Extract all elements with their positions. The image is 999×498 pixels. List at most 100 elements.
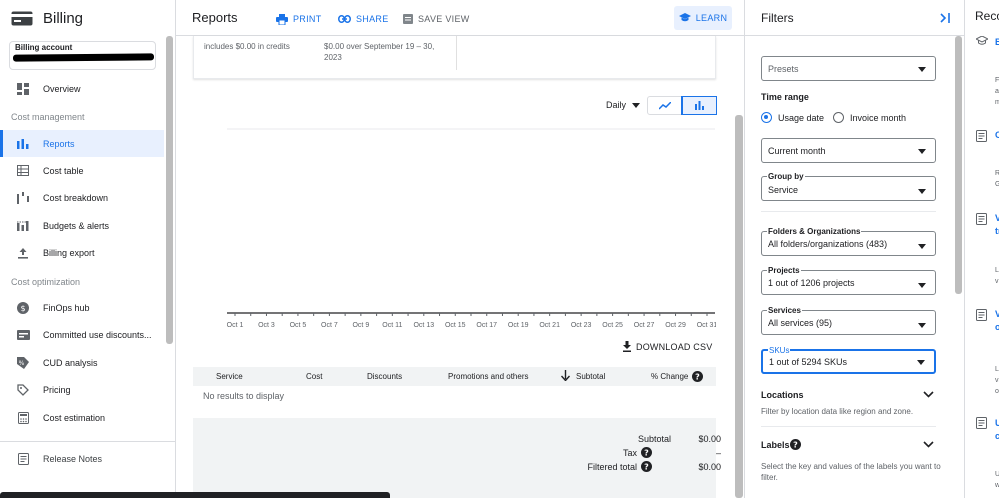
invoice-month-radio[interactable]: Invoice month: [833, 112, 906, 123]
section-cost-management: Cost management: [11, 112, 85, 122]
locations-heading[interactable]: Locations: [761, 390, 804, 400]
radio-selected-icon: [761, 112, 772, 123]
recommendation-snippet: G: [995, 179, 999, 190]
download-label: DOWNLOAD CSV: [636, 341, 713, 352]
invoice-month-label: Invoice month: [850, 112, 907, 123]
col-subtotal[interactable]: Subtotal: [576, 372, 605, 381]
svg-text:?: ?: [644, 449, 649, 458]
recommendation-title[interactable]: B: [995, 37, 999, 47]
filtered-help-icon[interactable]: ?: [641, 461, 652, 472]
totals-panel: Subtotal $0.00 Tax ? – Filtered total ? …: [193, 418, 721, 498]
redacted-account-name: [12, 53, 155, 62]
bar-chart-icon: [16, 137, 30, 151]
summary-card: includes $0.00 in credits $0.00 over Sep…: [193, 36, 716, 79]
col-discounts[interactable]: Discounts: [367, 372, 402, 381]
credits-note: includes $0.00 in credits: [204, 42, 290, 51]
folders-label: Folders & Organizations: [767, 227, 862, 236]
svg-text:?: ?: [695, 373, 700, 382]
chart-x-tick-label: Oct 7: [321, 322, 338, 329]
nav-label: Billing export: [43, 247, 95, 258]
recommendation-title[interactable]: U: [995, 418, 999, 428]
skus-select[interactable]: SKUs 1 out of 5294 SKUs: [761, 346, 936, 374]
nav-cud-analysis[interactable]: % CUD analysis: [0, 349, 164, 376]
dropdown-arrow-icon: [918, 244, 926, 249]
col-cost[interactable]: Cost: [306, 372, 322, 381]
share-button[interactable]: SHARE: [338, 8, 389, 30]
nav-label: CUD analysis: [43, 357, 98, 368]
nav-label: Budgets & alerts: [43, 220, 110, 231]
chart-x-tick-label: Oct 13: [413, 322, 434, 329]
dollar-circle-icon: $: [16, 301, 30, 315]
document-icon: [976, 213, 987, 225]
nav-cost-estimation[interactable]: Cost estimation: [0, 404, 164, 431]
sidebar-header: Billing: [0, 0, 175, 36]
chevron-down-icon[interactable]: [923, 391, 934, 398]
dropdown-arrow-icon: [918, 323, 926, 328]
nav-budgets-alerts[interactable]: Budgets & alerts: [0, 212, 164, 239]
main-scrollbar[interactable]: [735, 115, 743, 498]
col-promotions[interactable]: Promotions and others: [448, 372, 529, 381]
nav-finops-hub[interactable]: $ FinOps hub: [0, 294, 164, 321]
presets-select[interactable]: Presets: [761, 56, 936, 81]
chart-x-tick-label: Oct 15: [445, 322, 466, 329]
filters-scrollbar[interactable]: [955, 36, 962, 294]
nav-committed-use-discounts[interactable]: Committed use discounts...: [0, 321, 164, 348]
tax-help-icon[interactable]: ?: [641, 447, 652, 458]
nav-billing-export[interactable]: Billing export: [0, 239, 164, 266]
nav-label: Overview: [43, 83, 81, 94]
locations-description: Filter by location data like region and …: [761, 407, 914, 416]
recommendation-title[interactable]: o: [995, 322, 999, 332]
recommendation-title[interactable]: tr: [995, 226, 999, 236]
billing-account-selector[interactable]: Billing account: [9, 41, 156, 70]
filters-panel: Filters Presets Time range Usage date In…: [744, 0, 965, 498]
projects-select[interactable]: Projects 1 out of 1206 projects: [761, 266, 936, 295]
nav-overview[interactable]: Overview: [0, 75, 164, 102]
nav-label: Reports: [43, 138, 75, 149]
price-tag-icon: [16, 383, 30, 397]
sidebar-scrollbar[interactable]: [166, 36, 173, 344]
recommendation-snippet: U: [995, 469, 999, 480]
nav-cost-breakdown[interactable]: Cost breakdown: [0, 184, 164, 211]
print-icon: [276, 13, 288, 25]
nav-pricing[interactable]: Pricing: [0, 376, 164, 403]
table-icon: [16, 164, 30, 178]
recommendation-snippet: o: [995, 388, 999, 395]
budget-icon: [16, 219, 30, 233]
save-view-button[interactable]: SAVE VIEW: [403, 8, 470, 30]
labels-help-icon[interactable]: ?: [790, 439, 801, 450]
usage-date-radio[interactable]: Usage date: [761, 112, 824, 123]
recommendation-snippet: v: [995, 278, 999, 285]
help-icon[interactable]: ?: [692, 371, 703, 382]
dropdown-arrow-icon: [917, 360, 925, 365]
folders-organizations-select[interactable]: Folders & Organizations All folders/orga…: [761, 227, 936, 256]
col-percent-change[interactable]: % Change: [651, 372, 688, 381]
group-by-select[interactable]: Group by Service: [761, 172, 936, 201]
recommendations-panel: Reco B F a m C R G V tr L v V o L vi o U…: [964, 0, 999, 498]
nav-label: Cost table: [43, 165, 84, 176]
labels-heading[interactable]: Labels: [761, 440, 790, 450]
link-icon: [338, 15, 351, 23]
reports-header: Reports PRINT SHARE SAVE VIEW LEARN: [176, 0, 744, 36]
table-header: Service Cost Discounts Promotions and ot…: [193, 367, 716, 386]
recommendation-title[interactable]: V: [995, 309, 999, 319]
chart-x-tick-label: Oct 25: [602, 322, 623, 329]
svg-text:?: ?: [793, 441, 798, 450]
recommendation-title[interactable]: c: [995, 431, 999, 441]
recommendation-title[interactable]: C: [995, 130, 999, 140]
nav-release-notes[interactable]: Release Notes: [0, 445, 164, 472]
col-service[interactable]: Service: [216, 372, 243, 381]
collapse-panel-icon[interactable]: [940, 13, 951, 23]
save-view-label: SAVE VIEW: [418, 14, 470, 24]
recommendation-title[interactable]: V: [995, 213, 999, 223]
print-button[interactable]: PRINT: [276, 8, 322, 30]
time-range-select[interactable]: Current month: [761, 138, 936, 163]
learn-button[interactable]: LEARN: [674, 6, 732, 30]
nav-reports[interactable]: Reports: [0, 130, 164, 157]
cost-chart-svg: Oct 1 Oct 3 Oct 5 Oct 7 Oct 9 Oct 11 Oct 13 Oct…: [227, 128, 716, 329]
services-select[interactable]: Services All services (95): [761, 306, 936, 335]
page-title: Reports: [192, 10, 238, 25]
dropdown-arrow-icon: [918, 149, 926, 154]
chevron-down-icon[interactable]: [923, 441, 934, 448]
nav-cost-table[interactable]: Cost table: [0, 157, 164, 184]
download-csv-button[interactable]: DOWNLOAD CSV: [622, 341, 712, 352]
